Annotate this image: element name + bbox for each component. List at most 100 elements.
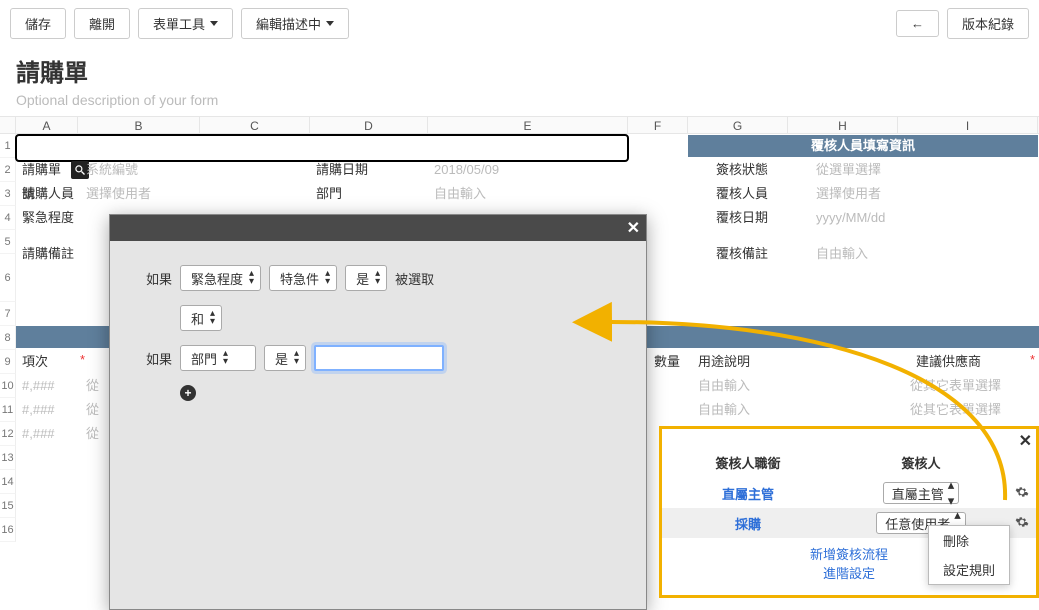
gear-icon[interactable]: [1015, 515, 1029, 529]
advanced-link[interactable]: 進階設定: [823, 566, 875, 581]
label-req-date[interactable]: 請購日期: [310, 158, 374, 182]
val-req-date[interactable]: 2018/05/09: [428, 158, 505, 182]
row-1[interactable]: 1: [0, 134, 16, 158]
column-headers: A B C D E F G H I: [0, 116, 1039, 134]
col-D[interactable]: D: [310, 117, 428, 133]
form-tools-label: 表單工具: [153, 14, 205, 33]
val-seq-3[interactable]: #,###: [16, 422, 61, 446]
back-arrow-icon: ←: [911, 16, 924, 31]
col-role: 簽核人職銜: [662, 447, 834, 478]
history-label: 版本紀錄: [962, 14, 1014, 33]
label-qty[interactable]: 數量: [648, 350, 686, 374]
val-seq-2[interactable]: #,###: [16, 398, 61, 422]
row-9[interactable]: 9: [0, 350, 16, 374]
add-rule-icon[interactable]: +: [180, 385, 196, 401]
role-procurement[interactable]: 採購: [735, 517, 761, 532]
label-sugg-supplier[interactable]: 建議供應商: [910, 350, 987, 374]
label-req-person[interactable]: 請購人員: [16, 182, 80, 206]
val-req-person[interactable]: 選擇使用者: [80, 182, 157, 206]
label-review-date[interactable]: 覆核日期: [710, 206, 774, 230]
val-seq-1[interactable]: #,###: [16, 374, 61, 398]
leave-button[interactable]: 離開: [74, 8, 130, 39]
row-4[interactable]: 4: [0, 206, 16, 230]
save-button[interactable]: 儲存: [10, 8, 66, 39]
gear-icon[interactable]: [1015, 485, 1029, 499]
row-7[interactable]: 7: [0, 302, 16, 326]
label-dept[interactable]: 部門: [310, 182, 348, 206]
row-16[interactable]: 16: [0, 518, 16, 542]
role-direct-mgr[interactable]: 直屬主管: [722, 487, 774, 502]
val-sign-status[interactable]: 從選單選擇: [810, 158, 887, 182]
val-c3[interactable]: 從: [80, 422, 105, 446]
col-H[interactable]: H: [788, 117, 898, 133]
menu-delete[interactable]: 刪除: [929, 526, 1009, 555]
rule-value-input[interactable]: [314, 345, 444, 371]
band-reviewer-info[interactable]: 覆核人員填寫資訊: [688, 135, 1038, 157]
form-tools-button[interactable]: 表單工具: [138, 8, 233, 39]
row-numbers: 1 2 3 4 5 6 7 8 9 10 11 12 13 14 15 16: [0, 134, 16, 542]
val-c2[interactable]: 從: [80, 398, 105, 422]
panel-close-icon[interactable]: ✕: [1019, 431, 1032, 451]
row-12[interactable]: 12: [0, 422, 16, 446]
back-button[interactable]: ←: [896, 10, 939, 37]
leave-label: 離開: [89, 14, 115, 33]
row-15[interactable]: 15: [0, 494, 16, 518]
col-G[interactable]: G: [688, 117, 788, 133]
col-E[interactable]: E: [428, 117, 628, 133]
val-sysno[interactable]: 系統編號: [80, 158, 200, 182]
val-dept[interactable]: 自由輸入: [428, 182, 492, 206]
val-sup-2[interactable]: 從其它表單選擇: [904, 398, 1007, 422]
form-title[interactable]: 請購單: [16, 53, 1023, 88]
chevron-down-icon: [210, 21, 218, 26]
col-A[interactable]: A: [16, 117, 78, 133]
label-req-no[interactable]: 請購單號: [16, 158, 78, 182]
label-urgency[interactable]: 緊急程度: [16, 206, 80, 230]
label-review-note[interactable]: 覆核備註: [710, 242, 774, 266]
modal-titlebar[interactable]: ✕: [110, 215, 646, 241]
row-11[interactable]: 11: [0, 398, 16, 422]
toolbar: 儲存 離開 表單工具 編輯描述中 ← 版本紀錄: [0, 0, 1039, 47]
row-13[interactable]: 13: [0, 446, 16, 470]
val-c1[interactable]: 從: [80, 374, 105, 398]
form-description[interactable]: Optional description of your form: [16, 92, 1023, 108]
conjunction-select[interactable]: 和▴▾: [180, 305, 222, 331]
label-sign-status[interactable]: 簽核狀態: [710, 158, 774, 182]
col-I[interactable]: I: [898, 117, 1038, 133]
operator-select-is-2[interactable]: 是▴▾: [264, 345, 306, 371]
val-review-date[interactable]: yyyy/MM/dd: [810, 206, 891, 230]
val-sup-1[interactable]: 從其它表單選擇: [904, 374, 1007, 398]
row-3[interactable]: 3: [0, 182, 16, 206]
row-6[interactable]: 6: [0, 254, 16, 302]
val-use-1[interactable]: 自由輸入: [692, 374, 756, 398]
label-item-seq[interactable]: 項次: [16, 350, 54, 374]
field-select-dept[interactable]: 部門▴▾: [180, 345, 256, 371]
row-5[interactable]: 5: [0, 230, 16, 254]
updown-icon: ▴▾: [210, 310, 215, 326]
history-button[interactable]: 版本紀錄: [947, 8, 1029, 39]
col-F[interactable]: F: [628, 117, 688, 133]
label-reviewer[interactable]: 覆核人員: [710, 182, 774, 206]
val-review-note[interactable]: 自由輸入: [810, 242, 874, 266]
menu-set-rule[interactable]: 設定規則: [929, 555, 1009, 584]
person-select-1[interactable]: 直屬主管▴▾: [883, 482, 960, 504]
option-select-urgent[interactable]: 特急件▴▾: [269, 265, 337, 291]
col-C[interactable]: C: [200, 117, 310, 133]
close-icon[interactable]: ✕: [627, 218, 640, 238]
field-select-urgency[interactable]: 緊急程度▴▾: [180, 265, 261, 291]
row-14[interactable]: 14: [0, 470, 16, 494]
val-use-2[interactable]: 自由輸入: [692, 398, 756, 422]
row-8[interactable]: 8: [0, 326, 16, 350]
val-reviewer[interactable]: 選擇使用者: [810, 182, 887, 206]
edit-desc-button[interactable]: 編輯描述中: [241, 8, 349, 39]
add-flow-link[interactable]: 新增簽核流程: [810, 547, 888, 562]
label-use-desc[interactable]: 用途說明: [692, 350, 756, 374]
row-2[interactable]: 2: [0, 158, 16, 182]
title-area: 請購單 Optional description of your form: [0, 47, 1039, 110]
updown-icon: ▴▾: [294, 350, 299, 366]
operator-select-is[interactable]: 是▴▾: [345, 265, 387, 291]
label-req-note[interactable]: 請購備註: [16, 242, 80, 266]
save-label: 儲存: [25, 14, 51, 33]
updown-icon: ▴▾: [325, 270, 330, 286]
row-10[interactable]: 10: [0, 374, 16, 398]
col-B[interactable]: B: [78, 117, 200, 133]
